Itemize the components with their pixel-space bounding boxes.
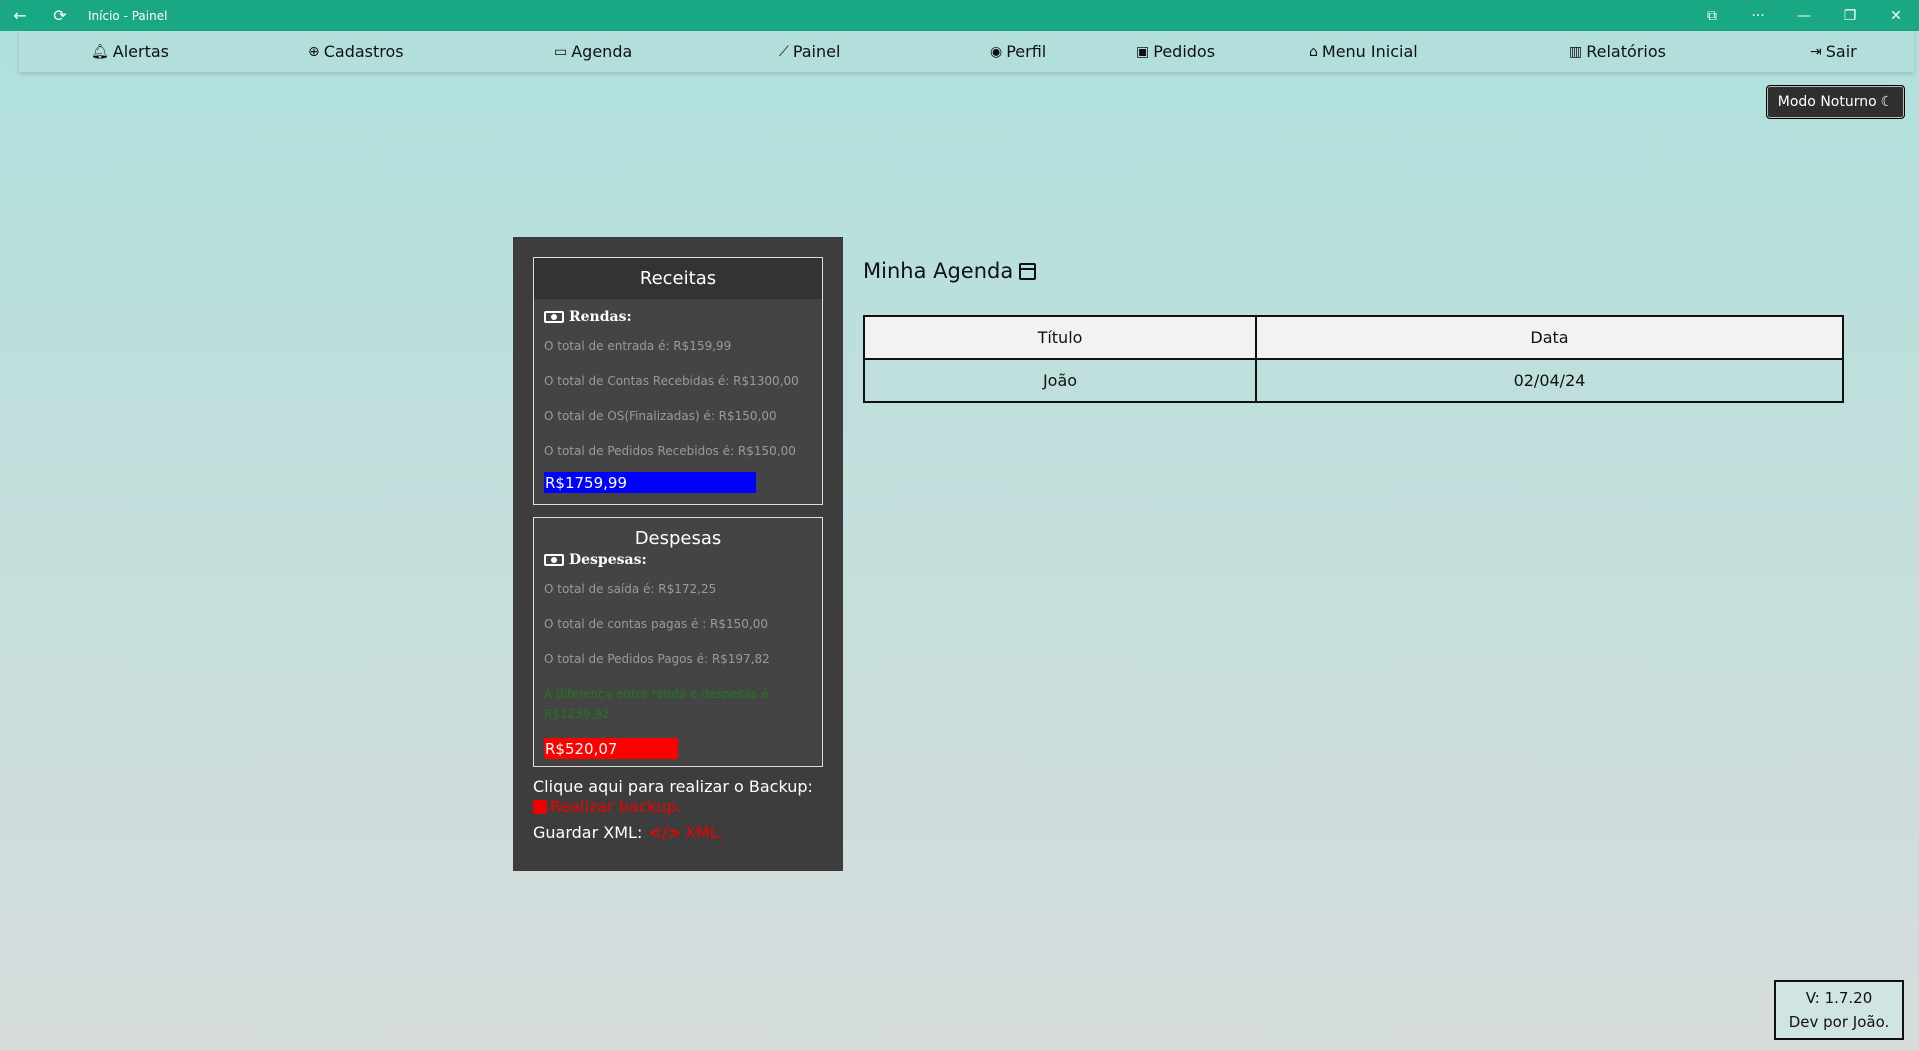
bell-icon: 🔔︎ [91, 43, 109, 60]
database-icon [533, 799, 547, 814]
agenda-table: Título Data João 02/04/24 [863, 315, 1844, 403]
nav-menu-inicial[interactable]: ⌂ Menu Inicial [1309, 31, 1418, 72]
bar-chart-icon: ▥ [1569, 43, 1583, 60]
cell-titulo: João [863, 358, 1257, 403]
xml-link[interactable]: </> XML. [648, 823, 723, 842]
night-mode-button[interactable]: Modo Noturno ☾ [1766, 85, 1905, 119]
nav-perfil[interactable]: ◉ Perfil [990, 31, 1046, 72]
receita-line: O total de Contas Recebidas é: R$1300,00 [544, 373, 799, 388]
column-header-data: Data [1255, 315, 1844, 360]
nav-label: Agenda [571, 42, 633, 61]
developer-credit: Dev por João. [1788, 1013, 1890, 1031]
cell-data: 02/04/24 [1255, 358, 1844, 403]
agenda-title: Minha Agenda [863, 259, 1037, 283]
nav-sair[interactable]: ⇥ Sair [1810, 31, 1857, 72]
nav-cadastros[interactable]: ⊕ Cadastros [308, 31, 404, 72]
night-mode-label: Modo Noturno [1777, 94, 1877, 110]
user-circle-icon: ◉ [990, 43, 1003, 60]
sign-out-icon: ⇥ [1810, 43, 1822, 60]
xml-row: Guardar XML: </> XML. [533, 823, 724, 842]
calendar-icon [1019, 262, 1037, 280]
receita-line: O total de entrada é: R$159,99 [544, 338, 732, 353]
despesas-label: Despesas: [569, 552, 647, 568]
despesas-card: Despesas Despesas: O total de saída é: R… [533, 517, 823, 767]
xml-link-label: XML. [685, 823, 724, 842]
nav-label: Menu Inicial [1321, 42, 1418, 61]
restore-button[interactable]: ❐ [1827, 0, 1873, 31]
back-icon[interactable]: ← [0, 0, 40, 31]
plus-circle-icon: ⊕ [308, 43, 320, 60]
money-bill-icon [544, 311, 564, 323]
code-icon: </> [648, 823, 681, 842]
home-icon: ⌂ [1309, 43, 1318, 60]
chart-line-icon: ⟋ [779, 43, 789, 60]
nav-alertas[interactable]: 🔔︎ Alertas [91, 31, 169, 72]
receitas-title: Receitas [534, 258, 822, 299]
calendar-icon: ▭ [554, 43, 568, 60]
nav-label: Alertas [112, 42, 170, 61]
xml-label: Guardar XML: [533, 823, 643, 842]
version-badge: V: 1.7.20 Dev por João. [1774, 980, 1904, 1040]
agenda-title-text: Minha Agenda [863, 259, 1014, 283]
nav-label: Perfil [1006, 42, 1047, 61]
finance-panel: Receitas Rendas: O total de entrada é: R… [513, 237, 843, 871]
backup-prompt: Clique aqui para realizar o Backup: [533, 777, 813, 796]
backup-link-label: Realizar backup. [550, 797, 682, 816]
version-number: V: 1.7.20 [1805, 989, 1873, 1007]
table-header-row: Título Data [863, 315, 1844, 360]
despesa-line: O total de Pedidos Pagos é: R$197,82 [544, 651, 770, 666]
nav-label: Relatórios [1586, 42, 1666, 61]
despesa-line: O total de saída é: R$172,25 [544, 581, 717, 596]
despesas-subtitle: Despesas: [544, 552, 822, 568]
receitas-total: R$1759,99 [544, 472, 756, 493]
close-button[interactable]: ✕ [1873, 0, 1919, 31]
nav-painel[interactable]: ⟋ Painel [779, 31, 840, 72]
main-navbar: 🔔︎ Alertas ⊕ Cadastros ▭ Agenda ⟋ Painel… [19, 31, 1914, 72]
rendas-label: Rendas: [569, 309, 632, 325]
receitas-card: Receitas Rendas: O total de entrada é: R… [533, 257, 823, 505]
column-header-titulo: Título [863, 315, 1257, 360]
nav-pedidos[interactable]: ▣ Pedidos [1136, 31, 1215, 72]
moon-icon: ☾ [1880, 94, 1894, 110]
nav-relatorios[interactable]: ▥ Relatórios [1569, 31, 1666, 72]
more-icon[interactable]: ··· [1735, 0, 1781, 31]
nav-label: Sair [1825, 42, 1857, 61]
receita-line: O total de OS(Finalizadas) é: R$150,00 [544, 408, 777, 423]
nav-label: Cadastros [323, 42, 404, 61]
window-title: Início - Painel [88, 8, 168, 23]
refresh-icon[interactable]: ⟳ [40, 0, 80, 31]
minimize-button[interactable]: — [1781, 0, 1827, 31]
backup-link[interactable]: Realizar backup. [533, 797, 682, 816]
window-titlebar: ← ⟳ Início - Painel ⧉ ··· — ❐ ✕ [0, 0, 1919, 31]
nav-agenda[interactable]: ▭ Agenda [554, 31, 632, 72]
money-bill-icon [544, 554, 564, 566]
money-bill-icon: ▣ [1136, 43, 1150, 60]
despesas-total: R$520,07 [544, 738, 678, 759]
despesa-line: O total de contas pagas é : R$150,00 [544, 616, 769, 631]
receita-line: O total de Pedidos Recebidos é: R$150,00 [544, 443, 796, 458]
cast-icon[interactable]: ⧉ [1689, 0, 1735, 31]
rendas-subtitle: Rendas: [544, 309, 822, 325]
nav-label: Pedidos [1153, 42, 1216, 61]
difference-text: A diferença entre renda e despesas é: R$… [544, 687, 773, 721]
nav-label: Painel [792, 42, 841, 61]
table-row[interactable]: João 02/04/24 [863, 358, 1844, 403]
despesas-title: Despesas [634, 528, 722, 549]
